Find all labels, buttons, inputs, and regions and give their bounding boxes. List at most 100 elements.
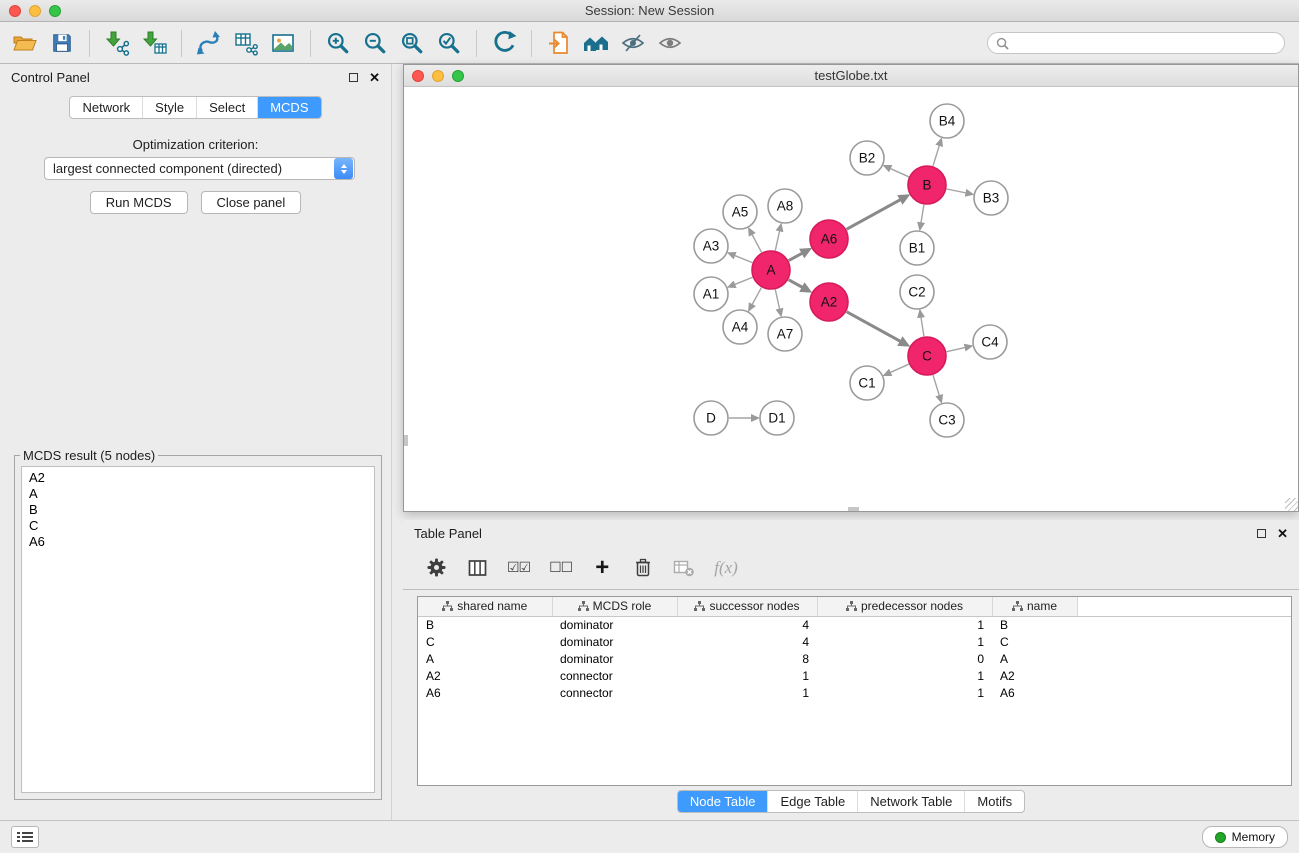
table-row[interactable]: A2connector11A2	[418, 668, 1291, 685]
select-all-icon[interactable]: ☑☑	[507, 556, 530, 580]
network-window-titlebar[interactable]: testGlobe.txt	[404, 65, 1298, 87]
home-network-icon[interactable]	[581, 28, 611, 58]
tab-select[interactable]: Select	[196, 97, 257, 118]
graph-node-C[interactable]: C	[908, 337, 946, 375]
graph-node-D[interactable]: D	[694, 401, 728, 435]
graph-node-B2[interactable]: B2	[850, 141, 884, 175]
optimization-criterion-select[interactable]: largest connected component (directed)	[44, 157, 355, 180]
graph-edge-B-B1[interactable]	[921, 205, 924, 224]
column-header-successor-nodes[interactable]: successor nodes	[677, 597, 817, 616]
tab-network-table[interactable]: Network Table	[857, 791, 964, 812]
result-item[interactable]: A2	[29, 470, 367, 486]
graph-edge-C-C2[interactable]	[921, 317, 924, 337]
graph-edge-A-A6[interactable]	[789, 253, 803, 261]
graph-node-C4[interactable]: C4	[973, 325, 1007, 359]
report-document-icon[interactable]	[544, 28, 574, 58]
graph-edge-C-C3[interactable]	[933, 375, 940, 396]
graph-edge-A-A7[interactable]	[775, 290, 779, 310]
graph-edge-A-A1[interactable]	[734, 277, 752, 284]
window-resize-handle[interactable]	[1285, 498, 1298, 511]
graph-node-A3[interactable]: A3	[694, 229, 728, 263]
minimize-window-button[interactable]	[29, 5, 41, 17]
vertical-scroll-indicator[interactable]	[404, 435, 408, 446]
add-column-icon[interactable]: +	[591, 556, 613, 580]
result-item[interactable]: A6	[29, 534, 367, 550]
delete-table-icon[interactable]	[673, 556, 695, 580]
graph-edge-B-B3[interactable]	[947, 189, 967, 193]
detail-eye-slash-icon[interactable]	[618, 28, 648, 58]
graph-node-A2[interactable]: A2	[810, 283, 848, 321]
import-network-icon[interactable]	[102, 28, 132, 58]
result-item[interactable]: B	[29, 502, 367, 518]
tab-mcds[interactable]: MCDS	[257, 97, 320, 118]
open-session-icon[interactable]	[10, 28, 40, 58]
graph-node-A1[interactable]: A1	[694, 277, 728, 311]
graph-node-A6[interactable]: A6	[810, 220, 848, 258]
column-header-shared-name[interactable]: shared name	[418, 597, 552, 616]
column-header-predecessor-nodes[interactable]: predecessor nodes	[817, 597, 992, 616]
graph-edge-A6-B[interactable]	[847, 200, 901, 230]
graph-edge-A-A4[interactable]	[752, 288, 762, 305]
network-close-button[interactable]	[412, 70, 424, 82]
function-builder-button[interactable]: f(x)	[714, 556, 738, 580]
horizontal-scroll-indicator[interactable]	[848, 507, 859, 511]
graph-edge-B-B4[interactable]	[933, 145, 940, 166]
zoom-fit-icon[interactable]	[397, 28, 427, 58]
graph-edge-C-C1[interactable]	[890, 364, 909, 373]
network-minimize-button[interactable]	[432, 70, 444, 82]
export-image-icon[interactable]	[268, 28, 298, 58]
network-graph-svg[interactable]: B4B2BB3A5A8A6A3B1AC2A1A2A4A7C4CC1DD1C3	[404, 88, 1298, 511]
zoom-selected-icon[interactable]	[434, 28, 464, 58]
zoom-in-icon[interactable]	[323, 28, 353, 58]
tab-style[interactable]: Style	[142, 97, 196, 118]
graph-node-B1[interactable]: B1	[900, 231, 934, 265]
task-history-button[interactable]	[11, 826, 39, 848]
refresh-icon[interactable]	[489, 28, 519, 58]
graph-node-D1[interactable]: D1	[760, 401, 794, 435]
result-item[interactable]: A	[29, 486, 367, 502]
close-panel-button[interactable]: Close panel	[201, 191, 302, 214]
new-network-icon[interactable]	[194, 28, 224, 58]
graph-node-B[interactable]: B	[908, 166, 946, 204]
table-row[interactable]: Adominator80A	[418, 651, 1291, 668]
zoom-window-button[interactable]	[49, 5, 61, 17]
eye-icon[interactable]	[655, 28, 685, 58]
deselect-all-icon[interactable]: ☐☐	[549, 556, 572, 580]
graph-edge-A2-C[interactable]	[847, 312, 901, 342]
column-header-MCDS-role[interactable]: MCDS role	[552, 597, 677, 616]
import-table-icon[interactable]	[139, 28, 169, 58]
graph-node-C3[interactable]: C3	[930, 403, 964, 437]
network-table-icon[interactable]	[231, 28, 261, 58]
table-row[interactable]: Bdominator41B	[418, 616, 1291, 634]
tab-node-table[interactable]: Node Table	[678, 791, 768, 812]
table-settings-gear-icon[interactable]	[425, 556, 447, 580]
memory-button[interactable]: Memory	[1202, 826, 1288, 848]
graph-node-B3[interactable]: B3	[974, 181, 1008, 215]
network-zoom-button[interactable]	[452, 70, 464, 82]
show-columns-icon[interactable]	[466, 556, 488, 580]
search-field[interactable]	[987, 32, 1285, 54]
zoom-out-icon[interactable]	[360, 28, 390, 58]
graph-node-A7[interactable]: A7	[768, 317, 802, 351]
table-row[interactable]: Cdominator41C	[418, 634, 1291, 651]
graph-edge-A-A8[interactable]	[775, 230, 779, 250]
graph-edge-C-C4[interactable]	[947, 347, 966, 351]
tab-edge-table[interactable]: Edge Table	[767, 791, 857, 812]
graph-node-A[interactable]: A	[752, 251, 790, 289]
graph-edge-A-A3[interactable]	[734, 255, 752, 262]
float-table-panel-icon[interactable]	[1257, 529, 1266, 538]
table-row[interactable]: A6connector11A6	[418, 685, 1291, 702]
search-input[interactable]	[1014, 36, 1276, 50]
graph-node-C1[interactable]: C1	[850, 366, 884, 400]
result-item[interactable]: C	[29, 518, 367, 534]
close-panel-icon[interactable]: ✕	[369, 71, 380, 84]
graph-node-C2[interactable]: C2	[900, 275, 934, 309]
save-session-icon[interactable]	[47, 28, 77, 58]
float-panel-icon[interactable]	[349, 73, 358, 82]
column-header-name[interactable]: name	[992, 597, 1077, 616]
graph-node-A4[interactable]: A4	[723, 310, 757, 344]
close-window-button[interactable]	[9, 5, 21, 17]
graph-node-A8[interactable]: A8	[768, 189, 802, 223]
tab-motifs[interactable]: Motifs	[964, 791, 1024, 812]
graph-node-B4[interactable]: B4	[930, 104, 964, 138]
